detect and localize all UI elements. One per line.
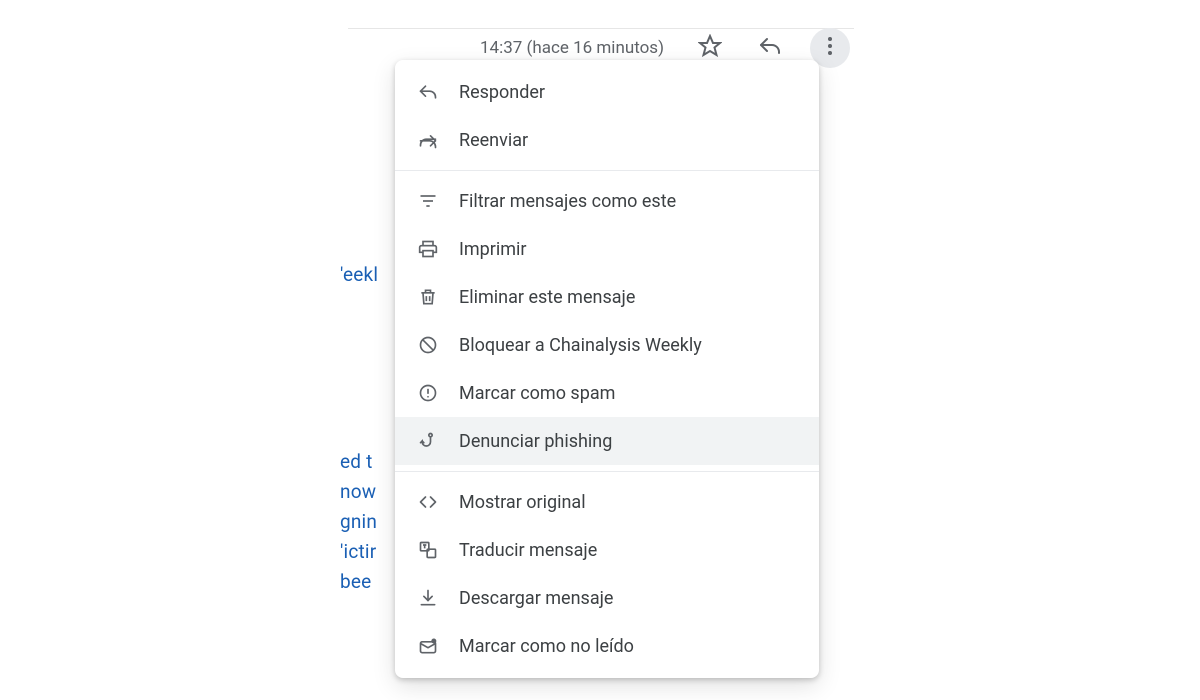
mark-unread-icon	[417, 635, 439, 657]
menu-item-label: Marcar como spam	[459, 383, 615, 404]
menu-item-label: Marcar como no leído	[459, 636, 634, 657]
spam-icon	[417, 382, 439, 404]
menu-item-reply[interactable]: Responder	[395, 68, 819, 116]
translate-icon	[417, 539, 439, 561]
reply-icon	[758, 34, 782, 62]
menu-item-label: Bloquear a Chainalysis Weekly	[459, 335, 702, 356]
message-timestamp: 14:37 (hace 16 minutos)	[480, 38, 664, 58]
email-body-fragment: 'eekl	[340, 260, 390, 290]
menu-item-block[interactable]: Bloquear a Chainalysis Weekly	[395, 321, 819, 369]
email-body-fragment: now	[340, 477, 390, 507]
menu-item-mark-unread[interactable]: Marcar como no leído	[395, 622, 819, 670]
menu-item-delete[interactable]: Eliminar este mensaje	[395, 273, 819, 321]
print-icon	[417, 238, 439, 260]
star-icon	[698, 34, 722, 62]
menu-item-label: Filtrar mensajes como este	[459, 191, 676, 212]
filter-icon	[417, 190, 439, 212]
menu-item-label: Descargar mensaje	[459, 588, 613, 609]
menu-item-label: Traducir mensaje	[459, 540, 597, 561]
trash-icon	[417, 286, 439, 308]
menu-item-translate[interactable]: Traducir mensaje	[395, 526, 819, 574]
email-body-fragment: 'ictir	[340, 537, 390, 567]
menu-separator	[395, 471, 819, 472]
menu-item-print[interactable]: Imprimir	[395, 225, 819, 273]
menu-item-label: Reenviar	[459, 130, 528, 151]
menu-item-spam[interactable]: Marcar como spam	[395, 369, 819, 417]
menu-item-label: Mostrar original	[459, 492, 586, 513]
menu-item-label: Imprimir	[459, 239, 527, 260]
menu-item-phishing[interactable]: Denunciar phishing	[395, 417, 819, 465]
menu-item-label: Responder	[459, 82, 545, 103]
email-body-fragment: gnin	[340, 507, 390, 537]
phishing-hook-icon	[417, 430, 439, 452]
download-icon	[417, 587, 439, 609]
message-options-menu: Responder Reenviar Filtrar mensajes como…	[395, 60, 819, 678]
email-body-fragment: bee	[340, 567, 390, 597]
menu-item-label: Eliminar este mensaje	[459, 287, 635, 308]
menu-item-show-original[interactable]: Mostrar original	[395, 478, 819, 526]
more-vert-icon	[818, 34, 842, 62]
menu-item-forward[interactable]: Reenviar	[395, 116, 819, 164]
reply-icon	[417, 81, 439, 103]
menu-item-label: Denunciar phishing	[459, 431, 612, 452]
menu-item-download[interactable]: Descargar mensaje	[395, 574, 819, 622]
forward-icon	[417, 129, 439, 151]
code-icon	[417, 491, 439, 513]
block-icon	[417, 334, 439, 356]
email-body-fragment: ed t	[340, 447, 390, 477]
menu-separator	[395, 170, 819, 171]
menu-item-filter[interactable]: Filtrar mensajes como este	[395, 177, 819, 225]
